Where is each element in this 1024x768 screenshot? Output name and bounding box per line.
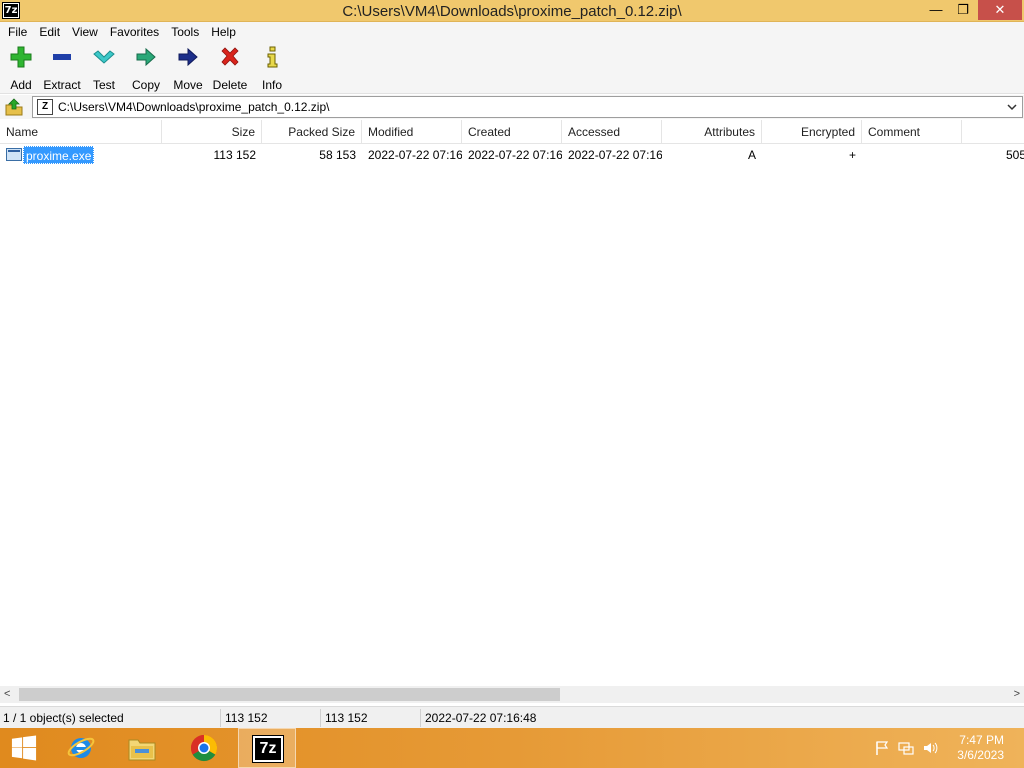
maximize-button[interactable]: ❐ [950, 0, 976, 20]
copy-icon [136, 47, 156, 67]
chevron-down-icon[interactable] [1006, 100, 1018, 114]
file-extra: 505 [1006, 148, 1024, 162]
menu-file[interactable]: File [2, 25, 33, 39]
column-packed-size[interactable]: Packed Size [262, 120, 362, 144]
menu-favorites[interactable]: Favorites [104, 25, 165, 39]
add-button[interactable]: Add [0, 46, 42, 92]
address-bar[interactable]: Z C:\Users\VM4\Downloads\proxime_patch_0… [32, 96, 1023, 118]
column-extra[interactable] [962, 120, 1024, 144]
extract-button[interactable]: Extract [41, 46, 83, 92]
column-comment[interactable]: Comment [862, 120, 962, 144]
toolbar: Add Extract Test Copy Move Delete Info [0, 42, 1024, 94]
move-button[interactable]: Move [167, 46, 209, 92]
delete-icon [221, 47, 239, 66]
window-title: C:\Users\VM4\Downloads\proxime_patch_0.1… [342, 3, 682, 20]
menu-help[interactable]: Help [205, 25, 242, 39]
column-modified[interactable]: Modified [362, 120, 462, 144]
network-icon[interactable] [898, 740, 914, 756]
clock-time: 7:47 PM [959, 733, 1004, 747]
copy-label: Copy [131, 78, 160, 92]
zip-archive-icon: Z [37, 99, 53, 115]
file-encrypted: + [848, 148, 856, 162]
copy-button[interactable]: Copy [125, 46, 167, 92]
test-icon [93, 50, 115, 64]
horizontal-scrollbar[interactable]: < > [0, 686, 1024, 703]
file-name[interactable]: proxime.exe [23, 146, 95, 164]
address-row: Z C:\Users\VM4\Downloads\proxime_patch_0… [0, 95, 1024, 119]
close-button[interactable]: ✕ [978, 0, 1022, 20]
7zip-taskbar-icon: 7z [252, 735, 284, 763]
delete-label: Delete [212, 78, 248, 92]
info-button[interactable]: Info [251, 46, 293, 92]
menu-tools[interactable]: Tools [165, 25, 205, 39]
file-accessed: 2022-07-22 07:16 [568, 148, 662, 162]
move-icon [178, 47, 198, 67]
clock-date: 3/6/2023 [957, 748, 1004, 762]
address-path: C:\Users\VM4\Downloads\proxime_patch_0.1… [58, 100, 330, 114]
scroll-left-arrow[interactable]: < [4, 688, 10, 700]
file-created: 2022-07-22 07:16 [468, 148, 562, 162]
7zip-taskbar-button[interactable]: 7z [238, 728, 296, 768]
folder-up-icon[interactable] [4, 97, 24, 117]
title-bar[interactable]: 7z C:\Users\VM4\Downloads\proxime_patch_… [0, 0, 1024, 22]
table-row[interactable]: proxime.exe 113 152 58 153 2022-07-22 07… [0, 145, 1024, 165]
column-encrypted[interactable]: Encrypted [762, 120, 862, 144]
file-modified: 2022-07-22 07:16 [368, 148, 462, 162]
delete-button[interactable]: Delete [209, 46, 251, 92]
status-selection: 1 / 1 object(s) selected [3, 711, 124, 725]
column-attributes[interactable]: Attributes [662, 120, 762, 144]
status-divider [420, 709, 421, 727]
file-packed-size: 58 153 [319, 148, 356, 162]
test-label: Test [92, 78, 115, 92]
chrome-icon [190, 734, 218, 762]
list-header: Name Size Packed Size Modified Created A… [0, 120, 1024, 144]
test-button[interactable]: Test [83, 46, 125, 92]
flag-icon[interactable] [874, 740, 890, 756]
scroll-right-arrow[interactable]: > [1014, 688, 1020, 700]
column-accessed[interactable]: Accessed [562, 120, 662, 144]
windows-logo-icon [11, 735, 37, 761]
status-size: 113 152 [225, 711, 268, 725]
move-label: Move [173, 78, 203, 92]
scrollbar-thumb[interactable] [19, 688, 560, 701]
exe-file-icon [6, 148, 22, 161]
info-icon [267, 46, 278, 68]
add-icon [10, 46, 32, 68]
menu-edit[interactable]: Edit [33, 25, 66, 39]
file-comment [862, 145, 962, 165]
menu-bar: File Edit View Favorites Tools Help [0, 22, 1024, 42]
info-label: Info [261, 78, 282, 92]
status-bar: 1 / 1 object(s) selected 113 152 113 152… [0, 706, 1024, 728]
speaker-icon[interactable] [922, 740, 938, 756]
folder-icon [128, 739, 156, 761]
extract-icon [53, 54, 71, 60]
status-divider [320, 709, 321, 727]
file-explorer-button[interactable] [114, 728, 172, 768]
menu-view[interactable]: View [66, 25, 104, 39]
internet-explorer-button[interactable] [52, 728, 110, 768]
extract-label: Extract [43, 78, 81, 92]
status-date: 2022-07-22 07:16:48 [425, 711, 537, 725]
internet-explorer-icon [67, 737, 95, 758]
column-created[interactable]: Created [462, 120, 562, 144]
status-packed: 113 152 [325, 711, 368, 725]
taskbar: 7z 7:47 PM 3/6/2023 [0, 728, 1024, 768]
file-size: 113 152 [213, 148, 257, 162]
taskbar-clock[interactable]: 7:47 PM 3/6/2023 [957, 733, 1004, 763]
add-label: Add [10, 78, 32, 92]
column-size[interactable]: Size [162, 120, 262, 144]
chrome-button[interactable] [176, 728, 234, 768]
status-divider [220, 709, 221, 727]
column-name[interactable]: Name [0, 120, 162, 144]
file-attributes: A [747, 148, 756, 162]
minimize-button[interactable]: — [922, 0, 950, 20]
start-button[interactable] [0, 728, 58, 768]
